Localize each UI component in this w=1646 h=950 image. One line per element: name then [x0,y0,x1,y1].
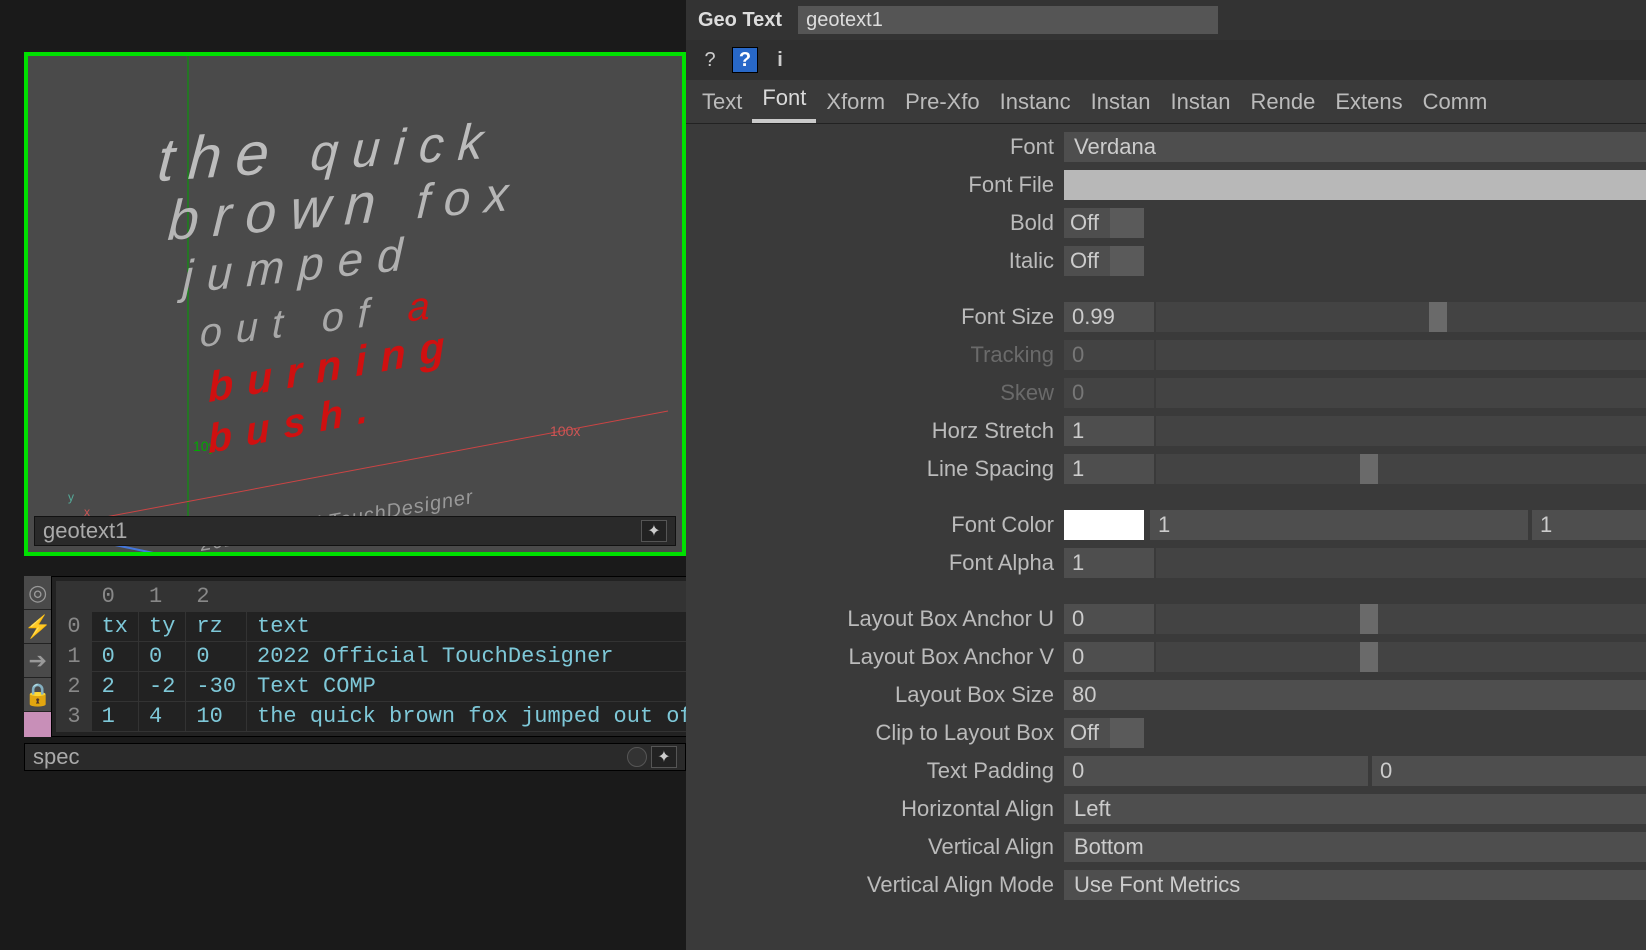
bold-toggle[interactable]: Off [1064,208,1146,238]
dat-btn-target[interactable]: ◎ [24,576,51,610]
op-name-field[interactable] [798,6,1218,34]
lbl-horz-stretch: Horz Stretch [686,418,1064,444]
font-size-field[interactable] [1064,302,1154,332]
font-color-r[interactable] [1150,510,1528,540]
params-panel: Font Verdana Font File ＋ Bold Off Italic… [686,124,1646,908]
halign-dropdown[interactable]: Left [1064,794,1646,824]
help-icon[interactable]: ? [696,46,724,74]
lbl-bold: Bold [686,210,1064,236]
svg-text:y: y [68,490,74,504]
lbl-font-size: Font Size [686,304,1064,330]
lbl-italic: Italic [686,248,1064,274]
lbl-font: Font [686,134,1064,160]
dat-name[interactable]: spec [33,744,79,770]
anchor-u-field[interactable] [1064,604,1154,634]
tab-xform[interactable]: Xform [816,81,895,123]
font-color-g[interactable] [1532,510,1646,540]
font-size-slider[interactable] [1156,302,1646,332]
tab-font[interactable]: Font [752,80,816,123]
lbl-tracking: Tracking [686,342,1064,368]
line-spacing-slider[interactable] [1156,454,1646,484]
tab-prexform[interactable]: Pre-Xfo [895,81,990,123]
lbl-anchor-u: Layout Box Anchor U [686,606,1064,632]
param-tabs: Text Font Xform Pre-Xfo Instanc Instan I… [686,80,1646,124]
horz-stretch-field[interactable] [1064,416,1154,446]
horz-stretch-slider[interactable] [1156,416,1646,446]
tab-render[interactable]: Rende [1240,81,1325,123]
lbl-font-file: Font File [686,172,1064,198]
viewport-footer: geotext1 ✦ [34,516,676,546]
dat-btn-bolt[interactable]: ⚡ [24,610,51,644]
viewport-node-name[interactable]: geotext1 [43,518,127,544]
param-header: Geo Text [686,0,1646,40]
layout-size-w[interactable] [1064,680,1646,710]
lbl-font-color: Font Color [686,512,1064,538]
tracking-slider[interactable] [1156,340,1646,370]
dat-btn-arrow[interactable]: ➔ [24,644,51,678]
tab-extensions[interactable]: Extens [1325,81,1412,123]
lbl-skew: Skew [686,380,1064,406]
dat-region: ◎ ⚡ ➔ 🔒 0 1 2 0txtyrztext 10002022 Offic… [24,576,686,737]
dat-plus-button[interactable]: ✦ [651,746,677,768]
tab-instance[interactable]: Instanc [990,81,1081,123]
dat-table[interactable]: 0 1 2 0txtyrztext 10002022 Official Touc… [51,576,708,737]
tab-instance2[interactable]: Instan [1081,81,1161,123]
valign-dropdown[interactable]: Bottom [1064,832,1646,862]
lbl-anchor-v: Layout Box Anchor V [686,644,1064,670]
clip-toggle[interactable]: Off [1064,718,1146,748]
dat-btn-lock[interactable]: 🔒 [24,678,51,712]
tracking-field[interactable] [1064,340,1154,370]
font-alpha-field[interactable] [1064,548,1154,578]
lbl-line-spacing: Line Spacing [686,456,1064,482]
tab-text[interactable]: Text [692,81,752,123]
lbl-clip: Clip to Layout Box [686,720,1064,746]
font-color-swatch[interactable] [1064,510,1144,540]
info-icon[interactable]: i [766,46,794,74]
pad-0[interactable] [1064,756,1368,786]
lbl-halign: Horizontal Align [686,796,1064,822]
valign-mode-dropdown[interactable]: Use Font Metrics [1064,870,1646,900]
tab-instance3[interactable]: Instan [1161,81,1241,123]
lbl-font-alpha: Font Alpha [686,550,1064,576]
font-dropdown[interactable]: Verdana [1064,132,1646,162]
pad-1[interactable] [1372,756,1646,786]
param-iconbar: ? ? i ✎ 💬 🏷 Py ＋ ◎ [686,40,1646,80]
anchor-v-slider[interactable] [1156,642,1646,672]
tab-common[interactable]: Comm [1413,81,1498,123]
table-row: 0txtyrztext [57,612,703,642]
table-row: 10002022 Official TouchDesigner [57,642,703,672]
table-row: 22-2-30Text COMP [57,672,703,702]
anchor-u-slider[interactable] [1156,604,1646,634]
anchor-v-field[interactable] [1064,642,1154,672]
italic-toggle[interactable]: Off [1064,246,1146,276]
skew-slider[interactable] [1156,378,1646,408]
dat-active-dot[interactable] [627,747,647,767]
geotext-viewport[interactable]: y x z 10y 10z 100x the quick brown fox j… [24,52,686,556]
skew-field[interactable] [1064,378,1154,408]
lbl-valign-mode: Vertical Align Mode [686,872,1064,898]
svg-text:100x: 100x [550,423,580,439]
dat-footer: spec ✦ [24,743,686,771]
lbl-padding: Text Padding [686,758,1064,784]
op-type-label: Geo Text [698,9,782,32]
line-spacing-field[interactable] [1064,454,1154,484]
font-alpha-slider[interactable] [1156,548,1646,578]
table-row: 31410the quick brown fox jumped out of [57,702,703,732]
wiki-icon[interactable]: ? [732,47,758,73]
font-file-field[interactable] [1064,170,1646,200]
lbl-valign: Vertical Align [686,834,1064,860]
lbl-layout-size: Layout Box Size [686,682,1064,708]
viewport-plus-button[interactable]: ✦ [641,520,667,542]
dat-side-buttons: ◎ ⚡ ➔ 🔒 [24,576,51,737]
